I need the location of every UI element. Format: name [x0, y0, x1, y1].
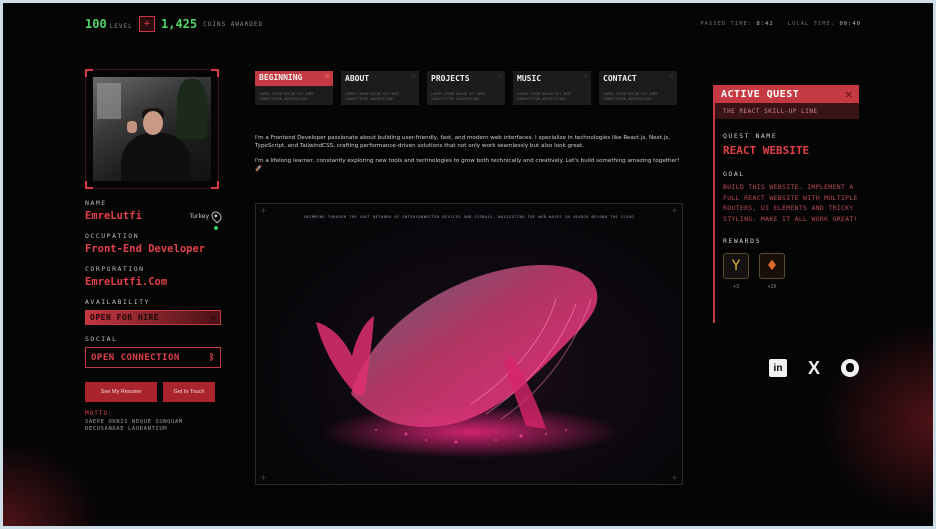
open-connection-button[interactable]: OPEN CONNECTION ᛒ — [85, 347, 221, 368]
coins-indicator: + 1,425 COINS AWARDED — [139, 16, 263, 32]
tab-about[interactable]: ABOUT ✕ LOREM IPSUM DOLOR SIT AMET CONSE… — [341, 71, 419, 105]
goal-text: BUILD THIS WEBSITE. IMPLEMENT A FULL REA… — [723, 183, 858, 223]
crosshair-icon: + — [260, 206, 267, 215]
x-ornament-icon: ✕ — [668, 72, 674, 82]
reward-amount: +3 — [732, 284, 740, 290]
motto-label: MOTTO: — [85, 410, 113, 417]
social-links: in X — [769, 358, 859, 378]
linkedin-icon[interactable]: in — [769, 359, 787, 377]
reward-item[interactable]: ♦ +25 — [759, 253, 785, 290]
quest-header: ACTIVE QUEST ✕ — [715, 85, 859, 103]
get-in-touch-button[interactable]: Get In Touch — [163, 382, 215, 402]
intro-text: I'm a Frontend Developer passionate abou… — [255, 134, 683, 173]
nav-tabs: BEGINNING ✕ LOREM IPSUM DOLOR SIT AMET C… — [255, 71, 677, 105]
action-buttons: See My Resume Get In Touch — [85, 382, 221, 402]
tab-music[interactable]: MUSIC ✕ LOREM IPSUM DOLOR SIT AMET CONSE… — [513, 71, 591, 105]
quest-subtitle: THE REACT SKILL-UP LINE — [715, 103, 859, 119]
rewards-label: REWARDS — [723, 237, 761, 245]
reward-amount: +25 — [767, 284, 777, 290]
availability-badge: OPEN FOR HIRE ✕ — [85, 310, 221, 325]
location: Turkey — [189, 209, 224, 224]
crosshair-icon: + — [260, 473, 267, 482]
reward-item[interactable]: Y +3 — [723, 253, 749, 290]
x-ornament-icon: ✕ — [582, 72, 588, 82]
quest-title: ACTIVE QUEST — [721, 88, 800, 100]
profile-photo — [93, 77, 211, 181]
profile-photo-frame — [85, 69, 219, 189]
coins-number: 1,425 — [161, 17, 198, 31]
rewards-list: Y +3 ♦ +25 — [723, 253, 859, 290]
occupation-value: Front-End Developer — [85, 243, 206, 255]
see-resume-button[interactable]: See My Resume — [85, 382, 157, 402]
quest-name-label: QUEST NAME — [723, 132, 778, 140]
intro-paragraph-1: I'm a Frontend Developer passionate abou… — [255, 135, 671, 149]
tab-projects[interactable]: PROJECTS ✕ LOREM IPSUM DOLOR SIT AMET CO… — [427, 71, 505, 105]
crosshair-icon: + — [671, 206, 678, 215]
availability-label: AVAILABILITY — [85, 298, 150, 306]
open-connection-label: OPEN CONNECTION — [91, 352, 180, 363]
motto-text: SAEPE ORNIS NEQUE SUNQUAM RECUSANDAE LAU… — [85, 419, 183, 432]
top-status-bar: 100 LEVEL + 1,425 COINS AWARDED PASSED T… — [85, 16, 861, 35]
time-readouts: PASSED TIME: 8:42 LOCAL TIME: 09:40 — [700, 21, 861, 27]
tab-beginning[interactable]: BEGINNING ✕ LOREM IPSUM DOLOR SIT AMET C… — [255, 71, 333, 105]
corporation-value: EmreLutfi.Com — [85, 276, 168, 288]
hero-artwork: SWIMMING THROUGH THE VAST NETWORK OF INT… — [255, 203, 683, 485]
x-ornament-icon: ✕ — [410, 72, 416, 82]
app-screen: 100 LEVEL + 1,425 COINS AWARDED PASSED T… — [3, 3, 933, 526]
location-text: Turkey — [189, 213, 209, 220]
corporation-label: CORPORATION — [85, 265, 145, 273]
tab-contact[interactable]: CONTACT ✕ LOREM IPSUM DOLOR SIT AMET CON… — [599, 71, 677, 105]
online-status-dot — [214, 226, 218, 230]
availability-value: OPEN FOR HIRE — [90, 313, 160, 322]
gold-emblem-icon: Y — [723, 253, 749, 279]
x-ornament-icon: ✕ — [845, 87, 853, 101]
occupation-label: OCCUPATION — [85, 232, 140, 240]
map-pin-icon — [209, 209, 224, 224]
level-number: 100 — [85, 17, 107, 31]
x-ornament-icon: ✕ — [496, 72, 502, 82]
social-label: SOCIAL — [85, 335, 118, 343]
crosshair-icon: + — [671, 473, 678, 482]
local-time: LOCAL TIME: 09:40 — [787, 21, 861, 27]
x-ornament-icon: ✕ — [210, 313, 216, 322]
name-label: NAME — [85, 199, 107, 207]
passed-time: PASSED TIME: 8:42 — [700, 21, 774, 27]
goal-label: GOAL — [723, 170, 745, 178]
fire-emblem-icon: ♦ — [759, 253, 785, 279]
coins-label: COINS AWARDED — [203, 20, 264, 28]
whale-illustration — [316, 265, 621, 458]
name-section: NAME EmreLutfi Turkey — [85, 199, 224, 230]
profile-panel: NAME EmreLutfi Turkey OCCUPATION Front-E… — [85, 69, 224, 433]
level-label: LEVEL — [109, 23, 133, 30]
bluetooth-icon: ᛒ — [209, 352, 215, 363]
github-icon[interactable] — [841, 359, 859, 377]
plus-square-icon: + — [139, 16, 155, 32]
x-ornament-icon: ✕ — [324, 72, 330, 82]
quest-name-value: REACT WEBSITE — [723, 144, 810, 157]
active-quest-panel: ACTIVE QUEST ✕ THE REACT SKILL-UP LINE Q… — [713, 85, 859, 323]
x-twitter-icon[interactable]: X — [805, 358, 823, 378]
intro-paragraph-2: I'm a lifelong learner, constantly explo… — [255, 158, 680, 172]
level-indicator: 100 LEVEL — [85, 17, 133, 31]
